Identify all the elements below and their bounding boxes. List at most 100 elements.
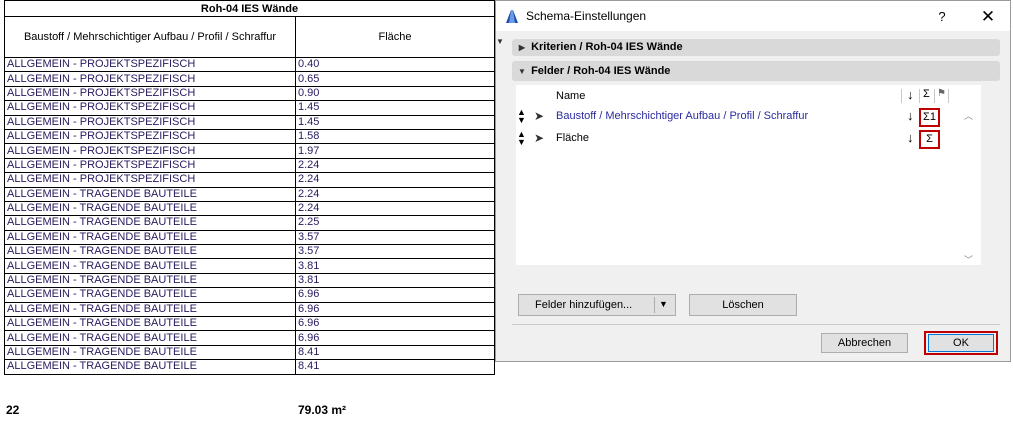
area-cell: 2.24 — [295, 157, 495, 174]
area-cell: 0.90 — [295, 85, 495, 102]
sum-toggle[interactable]: Σ — [919, 130, 940, 149]
column-header-material: Baustoff / Mehrschichtiger Aufbau / Prof… — [4, 16, 296, 58]
header-divider — [901, 89, 902, 103]
summary-count: 22 — [6, 403, 20, 417]
footer-divider — [512, 324, 1000, 325]
header-divider — [919, 89, 920, 103]
table-row: ALLGEMEIN - PROJEKTSPEZIFISCH 1.45 — [4, 114, 495, 130]
table-row: ALLGEMEIN - PROJEKTSPEZIFISCH 0.90 — [4, 85, 495, 102]
area-cell: 1.45 — [295, 100, 495, 116]
table-row: ALLGEMEIN - PROJEKTSPEZIFISCH 0.40 — [4, 56, 495, 73]
material-cell: ALLGEMEIN - PROJEKTSPEZIFISCH — [4, 85, 296, 102]
area-cell: 2.24 — [295, 186, 495, 202]
area-cell: 6.96 — [295, 287, 495, 303]
scroll-up-icon[interactable]: ︿ — [964, 109, 973, 122]
area-cell: 1.45 — [295, 114, 495, 130]
name-column-header: Name — [556, 90, 586, 102]
area-cell: 0.65 — [295, 71, 495, 87]
dialog-titlebar: Schema-Einstellungen ? ✕ — [496, 1, 1010, 31]
material-cell: ALLGEMEIN - PROJEKTSPEZIFISCH — [4, 143, 296, 159]
split-divider — [654, 297, 655, 313]
pointer-icon: ➤ — [534, 109, 545, 123]
area-cell: 3.57 — [295, 229, 495, 246]
summary-area-total: 79.03 m² — [298, 403, 347, 417]
reorder-handle-icon[interactable]: ▲ ▼ — [517, 130, 526, 147]
schedule-table: Roh-04 IES Wände Baustoff / Mehrschichti… — [4, 0, 495, 375]
material-cell: ALLGEMEIN - TRAGENDE BAUTEILE — [4, 258, 296, 274]
field-name[interactable]: Baustoff / Mehrschichtiger Aufbau / Prof… — [556, 110, 808, 122]
material-cell: ALLGEMEIN - TRAGENDE BAUTEILE — [4, 330, 296, 346]
material-cell: ALLGEMEIN - TRAGENDE BAUTEILE — [4, 215, 296, 231]
table-row: ALLGEMEIN - TRAGENDE BAUTEILE 2.25 — [4, 215, 495, 231]
collapse-arrow-icon[interactable]: ▼ — [496, 37, 504, 46]
area-cell: 6.96 — [295, 301, 495, 318]
table-row: ALLGEMEIN - TRAGENDE BAUTEILE 6.96 — [4, 330, 495, 346]
criteria-section-label: Kriterien / Roh-04 IES Wände — [531, 41, 683, 53]
sort-toggle[interactable]: ↓ — [907, 108, 914, 123]
material-cell: ALLGEMEIN - TRAGENDE BAUTEILE — [4, 186, 296, 202]
table-row: ALLGEMEIN - PROJEKTSPEZIFISCH 1.45 — [4, 100, 495, 116]
area-cell: 8.41 — [295, 344, 495, 361]
area-cell: 3.81 — [295, 272, 495, 289]
field-list-header: Name ↓ Σ ⚑ — [516, 87, 981, 105]
expand-triangle-icon: ▶ — [518, 43, 526, 52]
field-row-area[interactable]: ▲ ▼ ➤ Fläche ↓ Σ — [516, 129, 981, 149]
area-cell: 8.41 — [295, 359, 495, 375]
scroll-down-icon[interactable]: ﹀ — [964, 253, 973, 266]
material-cell: ALLGEMEIN - PROJEKTSPEZIFISCH — [4, 56, 296, 73]
field-name[interactable]: Fläche — [556, 132, 589, 144]
table-row: ALLGEMEIN - TRAGENDE BAUTEILE 3.57 — [4, 244, 495, 260]
area-cell: 1.58 — [295, 128, 495, 145]
criteria-section-header[interactable]: ▶ Kriterien / Roh-04 IES Wände — [512, 39, 1000, 56]
table-row: ALLGEMEIN - TRAGENDE BAUTEILE 6.96 — [4, 287, 495, 303]
material-cell: ALLGEMEIN - PROJEKTSPEZIFISCH — [4, 157, 296, 174]
ok-highlight: OK — [924, 331, 998, 355]
schedule-title: Roh-04 IES Wände — [4, 0, 495, 17]
table-row: ALLGEMEIN - TRAGENDE BAUTEILE 2.24 — [4, 200, 495, 217]
field-list: Name ↓ Σ ⚑ ▲ ▼ ➤ Baustoff / Mehrschichtig… — [516, 85, 981, 265]
help-button[interactable]: ? — [932, 7, 952, 27]
delete-button[interactable]: Löschen — [689, 294, 797, 316]
fields-section-header[interactable]: ▼ Felder / Roh-04 IES Wände — [512, 61, 1000, 81]
cancel-button[interactable]: Abbrechen — [821, 333, 908, 353]
material-cell: ALLGEMEIN - TRAGENDE BAUTEILE — [4, 272, 296, 289]
table-row: ALLGEMEIN - TRAGENDE BAUTEILE 3.57 — [4, 229, 495, 246]
sort-toggle[interactable]: ↓ — [907, 130, 914, 145]
material-cell: ALLGEMEIN - TRAGENDE BAUTEILE — [4, 229, 296, 246]
fields-section-label: Felder / Roh-04 IES Wände — [531, 65, 671, 77]
material-cell: ALLGEMEIN - TRAGENDE BAUTEILE — [4, 301, 296, 318]
area-cell: 2.25 — [295, 215, 495, 231]
scheme-settings-dialog: Schema-Einstellungen ? ✕ ▼ ▶ Kriterien /… — [495, 0, 1011, 362]
reorder-handle-icon[interactable]: ▲ ▼ — [517, 108, 526, 125]
field-row-material[interactable]: ▲ ▼ ➤ Baustoff / Mehrschichtiger Aufbau /… — [516, 107, 981, 127]
area-cell: 1.97 — [295, 143, 495, 159]
table-row: ALLGEMEIN - TRAGENDE BAUTEILE 3.81 — [4, 272, 495, 289]
pointer-icon: ➤ — [534, 131, 545, 145]
close-icon[interactable]: ✕ — [978, 7, 998, 27]
table-row: ALLGEMEIN - TRAGENDE BAUTEILE 2.24 — [4, 186, 495, 202]
table-row: ALLGEMEIN - TRAGENDE BAUTEILE 6.96 — [4, 301, 495, 318]
table-row: ALLGEMEIN - TRAGENDE BAUTEILE 6.96 — [4, 316, 495, 332]
collapse-triangle-icon: ▼ — [518, 67, 526, 76]
material-cell: ALLGEMEIN - TRAGENDE BAUTEILE — [4, 200, 296, 217]
material-cell: ALLGEMEIN - TRAGENDE BAUTEILE — [4, 316, 296, 332]
area-cell: 6.96 — [295, 316, 495, 332]
sort-column-header: ↓ — [907, 87, 914, 102]
area-cell: 2.24 — [295, 200, 495, 217]
archicad-app-icon — [506, 10, 518, 23]
add-fields-label: Felder hinzufügen... — [535, 299, 633, 311]
dropdown-arrow-icon[interactable]: ▼ — [659, 299, 668, 309]
sum-toggle[interactable]: Σ1 — [919, 108, 940, 127]
table-row: ALLGEMEIN - PROJEKTSPEZIFISCH 1.58 — [4, 128, 495, 145]
material-cell: ALLGEMEIN - PROJEKTSPEZIFISCH — [4, 128, 296, 145]
table-row: ALLGEMEIN - TRAGENDE BAUTEILE 3.81 — [4, 258, 495, 274]
add-fields-button[interactable]: Felder hinzufügen... ▼ — [518, 294, 676, 316]
table-row: ALLGEMEIN - TRAGENDE BAUTEILE 8.41 — [4, 344, 495, 361]
table-row: ALLGEMEIN - TRAGENDE BAUTEILE 8.41 — [4, 359, 495, 375]
area-cell: 3.81 — [295, 258, 495, 274]
area-cell: 3.57 — [295, 244, 495, 260]
material-cell: ALLGEMEIN - TRAGENDE BAUTEILE — [4, 244, 296, 260]
sum-column-header: Σ — [923, 88, 930, 100]
material-cell: ALLGEMEIN - TRAGENDE BAUTEILE — [4, 344, 296, 361]
ok-button[interactable]: OK — [928, 334, 994, 352]
